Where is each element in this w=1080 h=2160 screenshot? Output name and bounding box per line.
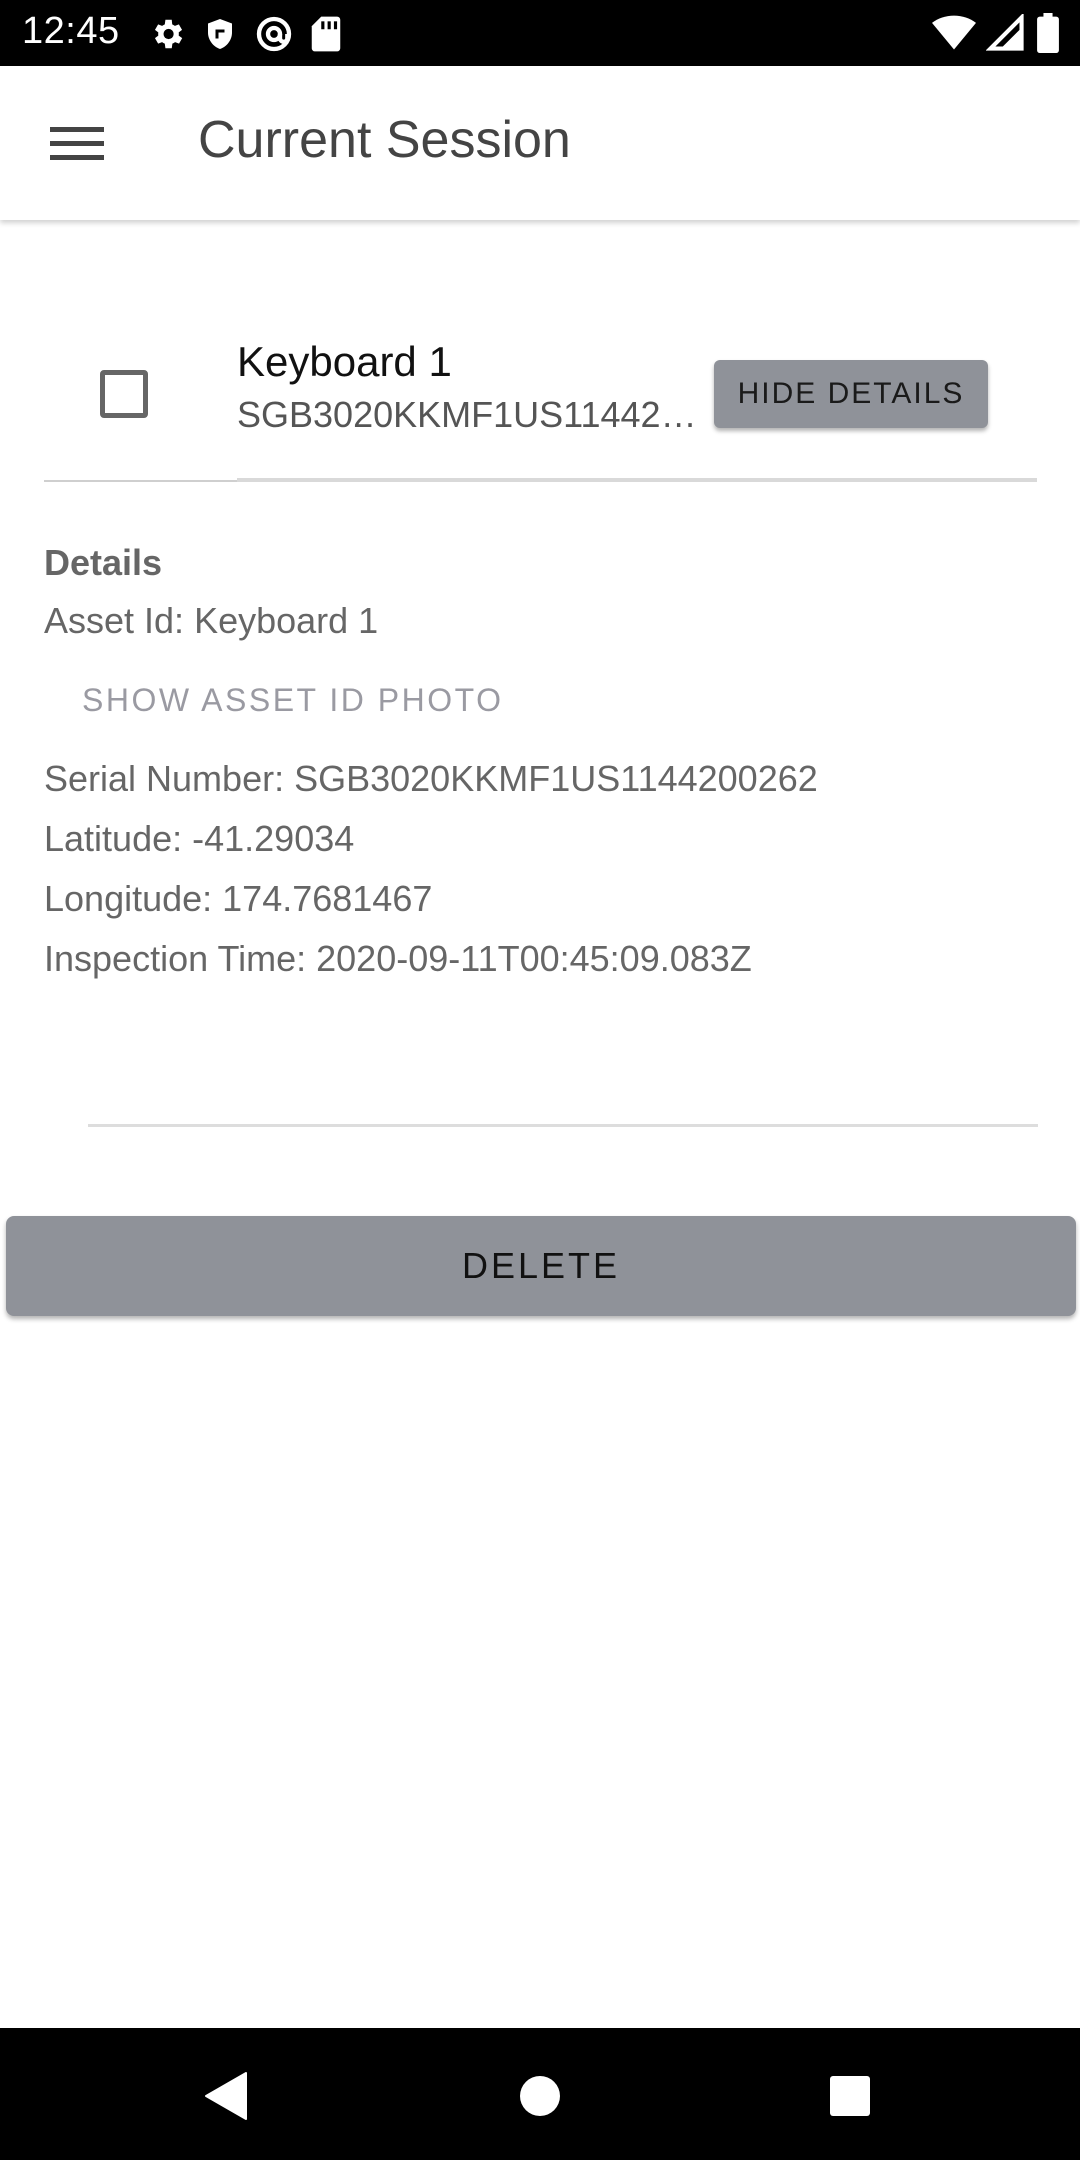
wifi-icon [932,15,976,50]
details-heading: Details [44,542,163,583]
show-asset-id-photo-button[interactable]: SHOW ASSET ID PHOTO [82,682,504,719]
signal-icon [986,14,1024,51]
gear-icon [154,19,183,49]
menu-button[interactable] [40,114,114,174]
battery-icon [1037,13,1059,53]
serial-number-text: Serial Number: SGB3020KKMF1US1144200262 [44,758,818,799]
screen: 12:45 Current Session Keyboard 1 SGB3020… [0,0,1080,2160]
at-sign-icon [256,16,292,52]
delete-button[interactable]: DELETE [6,1216,1076,1316]
item-title: Keyboard 1 [237,338,452,385]
status-icons-left [148,14,342,54]
divider [237,478,1037,482]
back-button[interactable] [194,2064,258,2128]
list-item: Keyboard 1 SGB3020KKMF1US1144200262 HIDE… [0,310,1080,482]
status-time: 12:45 [22,10,120,52]
page-title: Current Session [198,111,571,169]
inspection-time-text: Inspection Time: 2020-09-11T00:45:09.083… [44,938,752,979]
recents-button[interactable] [818,2064,882,2128]
navigation-bar [0,2028,1080,2160]
divider [44,480,237,482]
item-checkbox[interactable] [100,370,148,418]
status-bar: 12:45 [0,0,1080,66]
status-icons-right [932,12,1060,54]
shield-icon [208,19,232,49]
item-subtitle: SGB3020KKMF1US1144200262 [237,394,703,435]
recents-icon [830,2076,870,2116]
home-icon [520,2076,560,2116]
divider [88,1124,1038,1127]
latitude-text: Latitude: -41.29034 [44,818,355,859]
app-bar: Current Session [0,66,1080,220]
asset-id-text: Asset Id: Keyboard 1 [44,600,379,641]
home-button[interactable] [508,2064,572,2128]
menu-icon [50,127,104,160]
back-icon [205,2072,247,2120]
sd-card-icon [311,16,341,52]
longitude-text: Longitude: 174.7681467 [44,878,433,919]
hide-details-button[interactable]: HIDE DETAILS [714,360,988,428]
